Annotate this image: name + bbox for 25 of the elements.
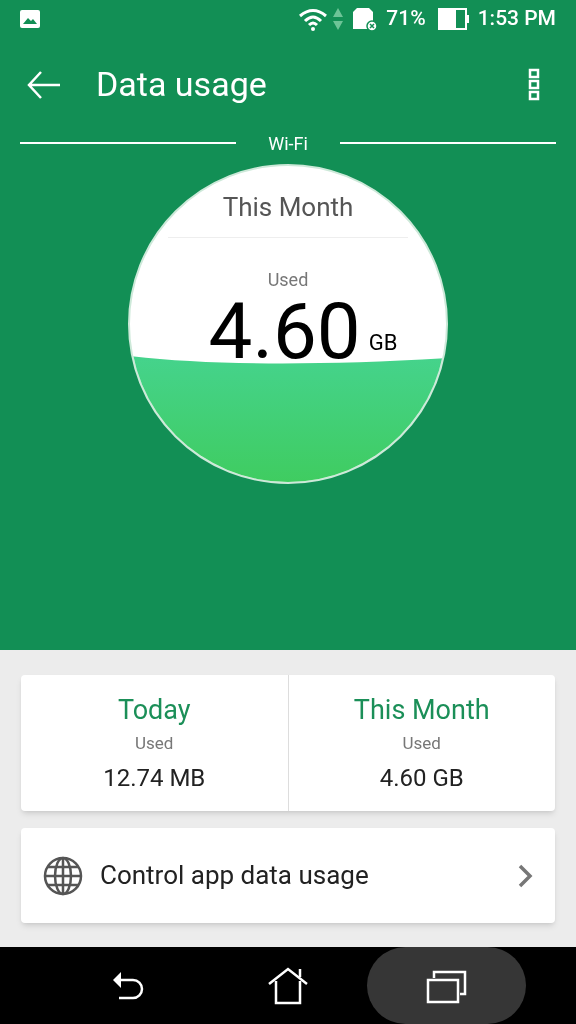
battery-icon (437, 7, 470, 30)
summary-caption: Used (402, 731, 441, 755)
summary-amount: 12.74 MB (103, 763, 206, 794)
data-arrows-icon (332, 6, 345, 31)
control-app-data-row[interactable]: Control app data usage (21, 828, 555, 923)
gauge-caption: Used (267, 268, 309, 292)
menu-icon (528, 67, 540, 102)
battery-percent: 71% (386, 4, 426, 32)
chevron-right-icon (517, 862, 533, 889)
summary-amount: 4.60 GB (379, 763, 464, 794)
gauge-amount: 4.60 (208, 289, 361, 375)
image-notification-icon (20, 9, 40, 28)
gauge-period: This Month (222, 191, 354, 224)
sd-card-icon (352, 6, 379, 31)
globe-icon (43, 855, 83, 896)
clock: 1:53 PM (477, 4, 556, 32)
wifi-icon (298, 6, 329, 31)
toolbar-title: Data usage (96, 63, 267, 106)
network-label: Wi-Fi (267, 131, 309, 156)
summary-title: This Month (353, 693, 490, 728)
summary-title: Today (117, 693, 191, 728)
gauge-unit: GB (368, 329, 398, 357)
back-arrow-icon (26, 69, 62, 100)
summary-caption: Used (135, 731, 174, 755)
home-icon (267, 965, 309, 1006)
